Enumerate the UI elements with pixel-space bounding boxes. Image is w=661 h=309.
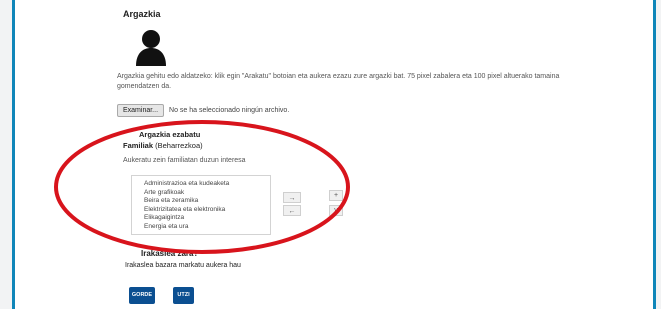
families-label: Familiak — [123, 141, 154, 150]
file-status-text: No se ha seleccionado ningún archivo. — [169, 106, 290, 114]
photo-heading: Argazkia — [123, 9, 161, 19]
save-button[interactable]: GORDE — [129, 287, 155, 304]
move-left-button[interactable]: ← — [283, 205, 301, 216]
families-instructions: Aukeratu zein familiatan duzun interesa — [123, 157, 246, 164]
profile-form: Argazkia Argazkia gehitu edo aldatzeko: … — [117, 0, 657, 309]
families-option[interactable]: Administrazioa eta kudeaketa — [132, 180, 270, 189]
families-title: Familiak (Beharrezkoa) — [123, 141, 203, 150]
form-panel: Argazkia Argazkia gehitu edo aldatzeko: … — [12, 0, 656, 309]
families-required: (Beharrezkoa) — [155, 141, 203, 150]
families-option[interactable]: Beira eta zeramika — [132, 197, 270, 206]
families-option[interactable]: Arte grafikoak — [132, 189, 270, 198]
teacher-question: Irakaslea zara? — [141, 249, 199, 258]
move-right-button[interactable]: → — [283, 192, 301, 203]
move-down-button[interactable]: v — [329, 205, 343, 216]
cancel-button[interactable]: UTZI — [173, 287, 194, 304]
browse-file-button[interactable]: Examinar... — [117, 103, 165, 117]
families-option[interactable]: Elektrizitatea eta elektronika — [132, 206, 270, 215]
move-up-button[interactable]: + — [329, 190, 343, 201]
families-list[interactable]: Administrazioa eta kudeaketa Arte grafik… — [131, 175, 271, 235]
families-option[interactable]: Elikagaigintza — [132, 214, 270, 223]
file-upload-row: Examinar... No se ha seleccionado ningún… — [117, 103, 289, 117]
teacher-checkbox-label[interactable]: Irakaslea bazara markatu aukera hau — [125, 262, 241, 269]
user-silhouette-icon — [136, 30, 166, 66]
delete-photo-link[interactable]: Argazkia ezabatu — [139, 130, 200, 139]
photo-help-text-line2: gomendatzen da. — [117, 83, 172, 90]
photo-help-text-line1: Argazkia gehitu edo aldatzeko: klik egin… — [117, 73, 560, 80]
families-option[interactable]: Energia eta ura — [132, 223, 270, 232]
